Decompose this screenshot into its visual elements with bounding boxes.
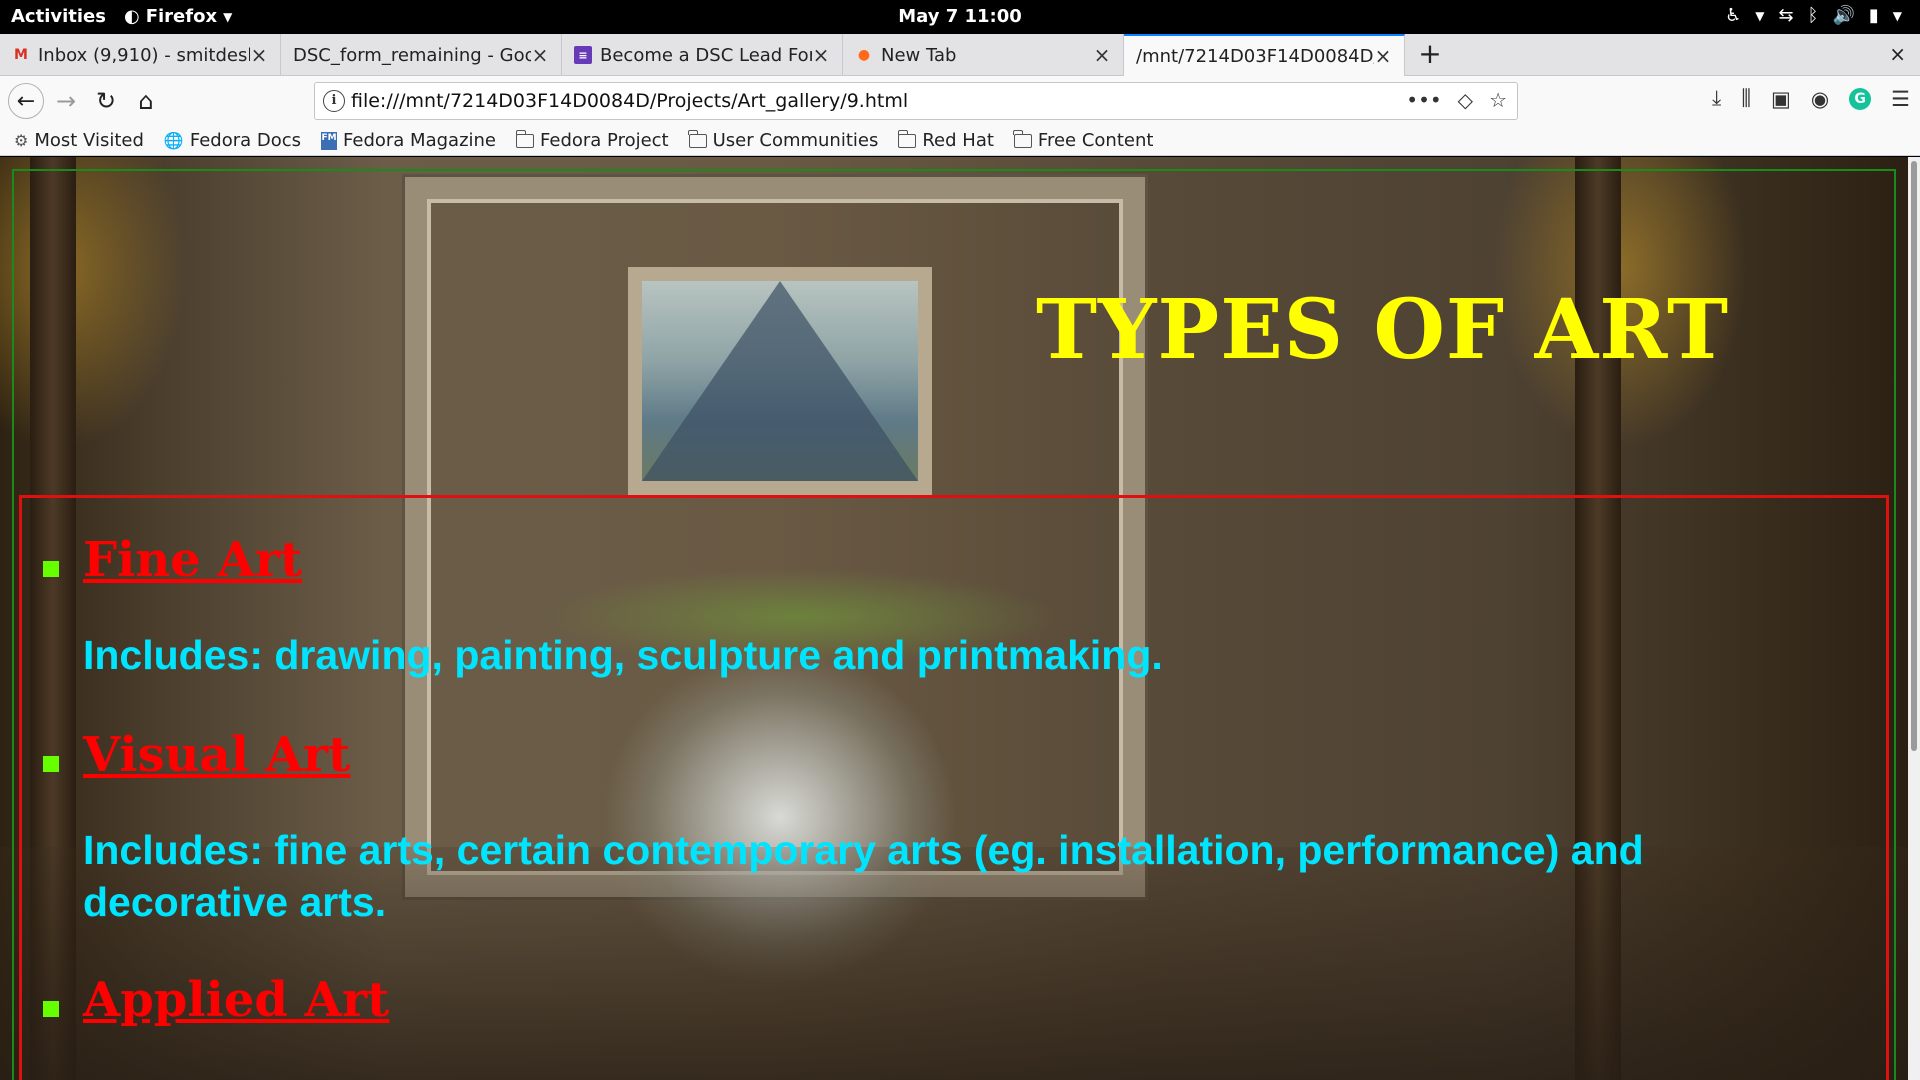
- bookmark-label: Red Hat: [922, 130, 994, 151]
- page-viewport: TYPES OF ART Fine Art Includes: drawing,…: [0, 157, 1920, 1080]
- art-description: Includes: fine arts, certain contemporar…: [83, 827, 1644, 925]
- url-text[interactable]: file:///mnt/7214D03F14D0084D/Projects/Ar…: [351, 90, 908, 112]
- art-description: Includes: drawing, painting, sculpture a…: [83, 632, 1163, 678]
- tab-local-file[interactable]: /mnt/7214D03F14D0084D/P ×: [1124, 34, 1405, 76]
- list-bullet: [43, 1001, 59, 1017]
- close-window-icon[interactable]: ×: [1889, 42, 1906, 66]
- system-tray[interactable]: ♿ ▼ ⇆ ᛒ 🔊 ▮ ▼: [1725, 5, 1902, 26]
- bookmark-label: Most Visited: [34, 130, 144, 151]
- bookmark-label: Fedora Docs: [189, 130, 302, 151]
- scrollbar-thumb[interactable]: [1911, 161, 1917, 751]
- nav-bar: ← → ↻ ⌂ i file:///mnt/7214D03F14D0084D/P…: [0, 76, 1920, 126]
- app-menu-firefox[interactable]: ◐ Firefox ▼: [124, 6, 232, 27]
- battery-icon[interactable]: ▮: [1869, 5, 1879, 26]
- page-title: TYPES OF ART: [1036, 282, 1730, 378]
- bookmark-fedora-magazine[interactable]: FM Fedora Magazine: [321, 130, 496, 151]
- close-icon[interactable]: ×: [250, 43, 268, 67]
- folder-icon: [1013, 129, 1032, 148]
- google-forms-icon: ≡: [574, 46, 592, 64]
- bookmark-label: Fedora Magazine: [343, 130, 496, 151]
- url-bar[interactable]: i file:///mnt/7214D03F14D0084D/Projects/…: [314, 82, 1518, 120]
- forward-button[interactable]: →: [50, 85, 82, 117]
- bookmarks-bar: ⚙ Most Visited 🌐 Fedora Docs FM Fedora M…: [0, 126, 1920, 156]
- new-tab-button[interactable]: +: [1410, 34, 1450, 76]
- link-fine-art[interactable]: Fine Art: [83, 532, 302, 588]
- tab-label: Inbox (9,910) - smitdeshm: [38, 44, 250, 66]
- art-types-list: Fine Art Includes: drawing, painting, sc…: [19, 495, 1889, 1080]
- tab-label: New Tab: [881, 44, 957, 66]
- volume-icon[interactable]: 🔊: [1832, 5, 1854, 26]
- pocket-icon[interactable]: ◇: [1458, 88, 1473, 112]
- list-bullet: [43, 756, 59, 772]
- account-icon[interactable]: ◉: [1811, 87, 1829, 111]
- link-visual-art[interactable]: Visual Art: [83, 727, 350, 783]
- chevron-down-icon: ▼: [223, 9, 233, 24]
- bookmark-user-communities[interactable]: User Communities: [688, 129, 879, 151]
- close-icon[interactable]: ×: [1093, 43, 1111, 67]
- clock[interactable]: May 7 11:00: [898, 6, 1022, 27]
- gear-icon: ⚙: [14, 131, 29, 150]
- link-applied-art[interactable]: Applied Art: [83, 972, 389, 1028]
- home-button[interactable]: ⌂: [130, 85, 162, 117]
- globe-icon: 🌐: [163, 131, 184, 150]
- bookmark-fedora-docs[interactable]: 🌐 Fedora Docs: [164, 130, 301, 151]
- close-icon[interactable]: ×: [1374, 44, 1392, 68]
- close-icon[interactable]: ×: [812, 43, 830, 67]
- tab-label: /mnt/7214D03F14D0084D/P: [1136, 45, 1374, 67]
- network-icon[interactable]: ⇆: [1779, 5, 1794, 26]
- bookmark-label: Fedora Project: [540, 130, 669, 151]
- accessibility-icon[interactable]: ♿: [1725, 5, 1741, 26]
- chevron-down-icon[interactable]: ▼: [1755, 9, 1764, 23]
- close-icon[interactable]: ×: [531, 43, 549, 67]
- bookmark-star-icon[interactable]: ☆: [1489, 88, 1507, 112]
- tab-new-tab[interactable]: ● New Tab ×: [843, 34, 1124, 76]
- activities-button[interactable]: Activities: [11, 6, 106, 27]
- tab-bar: M Inbox (9,910) - smitdeshm × DSC_form_r…: [0, 34, 1920, 76]
- bookmark-label: User Communities: [712, 130, 879, 151]
- bookmark-fedora-project[interactable]: Fedora Project: [515, 129, 669, 151]
- gmail-icon: M: [14, 47, 28, 63]
- bookmark-free-content[interactable]: Free Content: [1013, 129, 1154, 151]
- bookmark-most-visited[interactable]: ⚙ Most Visited: [14, 130, 144, 151]
- list-bullet: [43, 561, 59, 577]
- info-icon[interactable]: i: [323, 90, 345, 112]
- downloads-icon[interactable]: ⤓: [1712, 86, 1721, 111]
- tab-label: Become a DSC Lead Form: [600, 44, 812, 66]
- library-icon[interactable]: ⫼: [1741, 86, 1751, 111]
- bookmark-red-hat[interactable]: Red Hat: [897, 129, 994, 151]
- firefox-app-icon: ◐: [124, 6, 140, 27]
- folder-icon: [515, 129, 534, 148]
- tab-google-docs[interactable]: DSC_form_remaining - Goog ×: [281, 34, 562, 76]
- grammarly-icon[interactable]: G: [1849, 87, 1872, 110]
- gnome-top-bar: Activities ◐ Firefox ▼ May 7 11:00 ♿ ▼ ⇆…: [0, 0, 1920, 34]
- fedora-magazine-icon: FM: [321, 131, 338, 150]
- sidebar-icon[interactable]: ▣: [1771, 87, 1791, 111]
- tab-google-forms[interactable]: ≡ Become a DSC Lead Form ×: [562, 34, 843, 76]
- page-scrollbar[interactable]: [1908, 157, 1920, 1080]
- back-button[interactable]: ←: [8, 83, 44, 119]
- reload-button[interactable]: ↻: [90, 85, 122, 117]
- page-actions-icon[interactable]: •••: [1406, 88, 1441, 112]
- chevron-down-icon[interactable]: ▼: [1893, 9, 1902, 23]
- hamburger-menu-icon[interactable]: ☰: [1891, 87, 1910, 111]
- folder-icon: [897, 129, 917, 148]
- firefox-icon: ●: [857, 47, 871, 63]
- bluetooth-icon[interactable]: ᛒ: [1808, 5, 1819, 26]
- app-menu-label: Firefox: [145, 6, 218, 27]
- tab-label: DSC_form_remaining - Goog: [293, 44, 531, 66]
- bookmark-label: Free Content: [1037, 130, 1154, 151]
- folder-icon: [688, 129, 707, 148]
- tab-gmail[interactable]: M Inbox (9,910) - smitdeshm ×: [0, 34, 281, 76]
